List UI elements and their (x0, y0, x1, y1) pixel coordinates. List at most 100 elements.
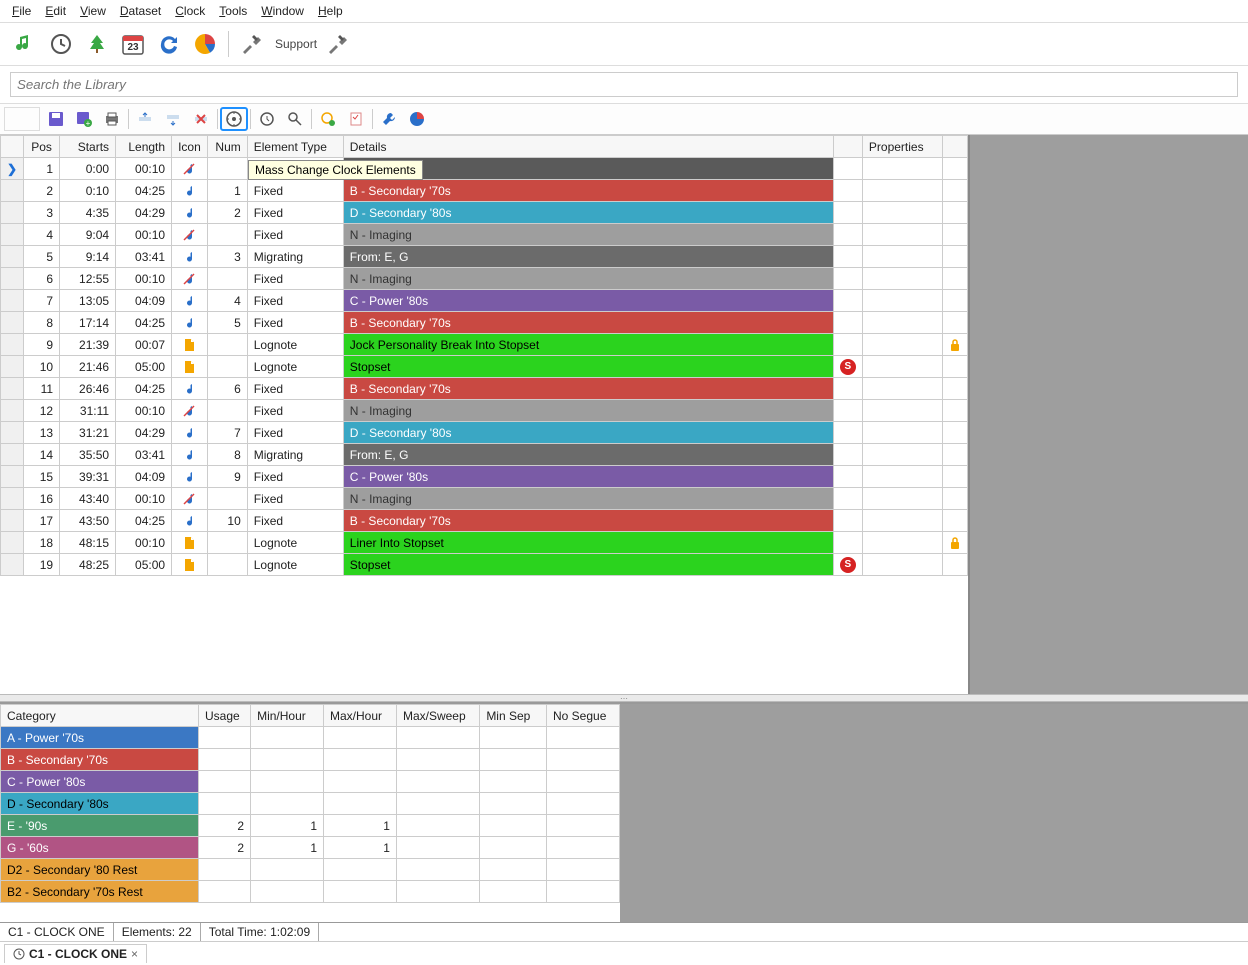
table-row[interactable]: 1331:2104:297FixedD - Secondary '80s (1, 422, 968, 444)
tools2-icon[interactable] (323, 29, 353, 59)
cell-type[interactable]: Fixed (247, 378, 343, 400)
tree-icon[interactable] (82, 29, 112, 59)
category-row[interactable]: D2 - Secondary '80 Rest (1, 859, 620, 881)
category-row[interactable]: C - Power '80s (1, 771, 620, 793)
cell-details[interactable]: Stopset (343, 356, 833, 378)
col-properties[interactable]: Properties (862, 136, 942, 158)
table-row[interactable]: 921:3900:07LognoteJock Personality Break… (1, 334, 968, 356)
menu-help[interactable]: Help (318, 4, 343, 18)
rowhandle[interactable]: ❯ (1, 158, 24, 180)
cat-col-category[interactable]: Category (1, 705, 199, 727)
table-row[interactable]: 1231:1100:10FixedN - Imaging (1, 400, 968, 422)
category-row[interactable]: G - '60s211 (1, 837, 620, 859)
find-icon[interactable] (281, 107, 309, 131)
cell-details[interactable]: N - Imaging (343, 268, 833, 290)
support-label[interactable]: Support (275, 37, 317, 51)
table-row[interactable]: 20:1004:251FixedB - Secondary '70s (1, 180, 968, 202)
category-row[interactable]: B - Secondary '70s (1, 749, 620, 771)
cell-type[interactable]: Fixed (247, 312, 343, 334)
save-plus-icon[interactable]: + (70, 107, 98, 131)
table-row[interactable]: 34:3504:292FixedD - Secondary '80s (1, 202, 968, 224)
cell-type[interactable]: Fixed (247, 290, 343, 312)
menu-file[interactable]: File (12, 4, 31, 18)
menu-clock[interactable]: Clock (175, 4, 205, 18)
append-icon[interactable] (159, 107, 187, 131)
rowhandle[interactable] (1, 444, 24, 466)
table-row[interactable]: ❯10:0000:10Fixed▼L - Legal ID's (1, 158, 968, 180)
table-row[interactable]: 1643:4000:10FixedN - Imaging (1, 488, 968, 510)
cell-details[interactable]: D - Secondary '80s (343, 422, 833, 444)
splitter[interactable]: ⋯ (0, 694, 1248, 702)
rowhandle[interactable] (1, 202, 24, 224)
cell-details[interactable]: C - Power '80s (343, 466, 833, 488)
cell-details[interactable]: Liner Into Stopset (343, 532, 833, 554)
col-details[interactable]: Details (343, 136, 833, 158)
pie-small-icon[interactable] (403, 107, 431, 131)
rowhandle[interactable] (1, 422, 24, 444)
cell-details[interactable]: Jock Personality Break Into Stopset (343, 334, 833, 356)
refresh-icon[interactable] (154, 29, 184, 59)
table-row[interactable]: 1435:5003:418MigratingFrom: E, G (1, 444, 968, 466)
table-row[interactable]: 612:5500:10FixedN - Imaging (1, 268, 968, 290)
category-row[interactable]: A - Power '70s (1, 727, 620, 749)
rowhandle[interactable] (1, 554, 24, 576)
rowhandle[interactable] (1, 532, 24, 554)
cat-col-maxh[interactable]: Max/Hour (324, 705, 397, 727)
cell-type[interactable]: Migrating (247, 444, 343, 466)
cell-type[interactable]: Fixed (247, 202, 343, 224)
menu-window[interactable]: Window (261, 4, 304, 18)
table-row[interactable]: 1743:5004:2510FixedB - Secondary '70s (1, 510, 968, 532)
cell-type[interactable]: Fixed (247, 422, 343, 444)
cell-details[interactable]: From: E, G (343, 444, 833, 466)
music-icon[interactable] (10, 29, 40, 59)
clock-add-icon[interactable] (314, 107, 342, 131)
calendar-icon[interactable]: 23 (118, 29, 148, 59)
cat-col-usage[interactable]: Usage (198, 705, 250, 727)
delete-row-icon[interactable] (187, 107, 215, 131)
cell-type[interactable]: Fixed (247, 400, 343, 422)
cell-details[interactable]: From: E, G (343, 246, 833, 268)
cell-details[interactable]: N - Imaging (343, 400, 833, 422)
cell-type[interactable]: Fixed (247, 268, 343, 290)
save-icon[interactable] (42, 107, 70, 131)
mass-change-icon[interactable] (220, 107, 248, 131)
cell-details[interactable]: D - Secondary '80s (343, 202, 833, 224)
menu-edit[interactable]: Edit (45, 4, 66, 18)
col-pos[interactable]: Pos (24, 136, 60, 158)
cat-col-nosegue[interactable]: No Segue (547, 705, 620, 727)
cell-type[interactable]: Fixed (247, 224, 343, 246)
rowhandle[interactable] (1, 180, 24, 202)
rowhandle[interactable] (1, 466, 24, 488)
wrench-icon[interactable] (375, 107, 403, 131)
rowhandle[interactable] (1, 246, 24, 268)
table-row[interactable]: 817:1404:255FixedB - Secondary '70s (1, 312, 968, 334)
table-row[interactable]: 59:1403:413MigratingFrom: E, G (1, 246, 968, 268)
cell-details[interactable]: C - Power '80s (343, 290, 833, 312)
col-icon[interactable]: Icon (172, 136, 208, 158)
pie-chart-icon[interactable] (190, 29, 220, 59)
category-grid[interactable]: Category Usage Min/Hour Max/Hour Max/Swe… (0, 704, 620, 903)
cell-details[interactable]: N - Imaging (343, 488, 833, 510)
cell-type[interactable]: Lognote (247, 334, 343, 356)
clock-grid[interactable]: Pos Starts Length Icon Num Element Type … (0, 135, 968, 576)
cell-type[interactable]: Lognote (247, 554, 343, 576)
menu-tools[interactable]: Tools (219, 4, 247, 18)
table-row[interactable]: 713:0504:094FixedC - Power '80s (1, 290, 968, 312)
cell-type[interactable]: Lognote (247, 532, 343, 554)
rowhandle[interactable] (1, 268, 24, 290)
col-num[interactable]: Num (207, 136, 247, 158)
close-icon[interactable]: × (131, 947, 138, 961)
tab-clock[interactable]: C1 - CLOCK ONE × (4, 944, 147, 963)
menu-view[interactable]: View (80, 4, 106, 18)
cell-type[interactable]: Fixed (247, 466, 343, 488)
col-starts[interactable]: Starts (60, 136, 116, 158)
cell-details[interactable]: B - Secondary '70s (343, 312, 833, 334)
table-row[interactable]: 1539:3104:099FixedC - Power '80s (1, 466, 968, 488)
cell-details[interactable]: N - Imaging (343, 224, 833, 246)
table-row[interactable]: 1948:2505:00LognoteStopsetS (1, 554, 968, 576)
rowhandle[interactable] (1, 378, 24, 400)
rowhandle[interactable] (1, 510, 24, 532)
cell-details[interactable]: Stopset (343, 554, 833, 576)
table-row[interactable]: 1848:1500:10LognoteLiner Into Stopset (1, 532, 968, 554)
tools-icon[interactable] (237, 29, 267, 59)
